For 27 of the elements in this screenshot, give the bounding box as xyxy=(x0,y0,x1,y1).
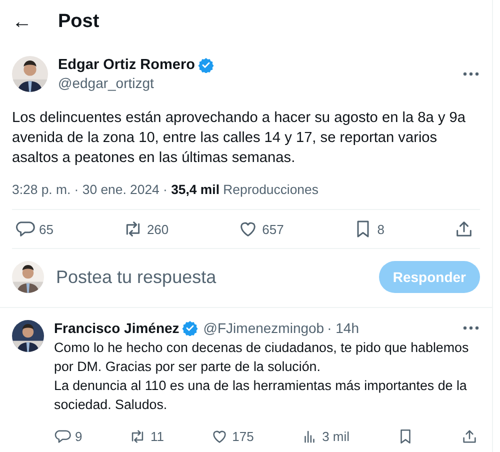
post-text: Los delincuentes están aprovechando a hacer su agosto en la 8a y 9a avenida de la zona 10, entre las calles 14 y 17, se reportan varios asaltos a peatones en las últimas semanas. xyxy=(12,109,467,168)
reply-author-handle[interactable]: @FJimenezmingob xyxy=(203,320,324,336)
back-button[interactable]: ← xyxy=(12,10,58,34)
views-button[interactable]: 3 mil xyxy=(301,428,350,444)
share-icon xyxy=(460,428,478,444)
reply-author-name[interactable]: Francisco Jiménez xyxy=(54,320,180,336)
share-button[interactable] xyxy=(454,219,474,239)
reply-button[interactable]: 9 xyxy=(54,428,82,444)
speech-bubble-icon xyxy=(54,428,71,444)
share-button[interactable] xyxy=(460,428,478,444)
speech-bubble-icon xyxy=(15,219,35,239)
repost-button[interactable]: 11 xyxy=(129,428,164,444)
bookmark-button[interactable]: 8 xyxy=(353,219,385,239)
author-name[interactable]: Edgar Ortiz Romero xyxy=(58,57,195,73)
more-options-icon[interactable] xyxy=(462,325,480,331)
page-title: Post xyxy=(58,11,100,33)
reply-button[interactable]: 65 xyxy=(15,219,54,239)
post-metadata: 3:28 p. m. · 30 ene. 2024 · 35,4 mil Reproducciones xyxy=(12,182,480,210)
reply-text: Como lo he hecho con decenas de ciudadanos, te pido que hablemos por DM. Gracias por ser parte de la solución. xyxy=(54,339,470,376)
like-button[interactable]: 657 xyxy=(238,219,284,239)
share-icon xyxy=(454,219,474,239)
like-button[interactable]: 175 xyxy=(211,428,254,444)
author-handle[interactable]: @edgar_ortizgt xyxy=(58,75,452,91)
repost-button[interactable]: 260 xyxy=(122,219,169,239)
reply-text: La denuncia al 110 es una de las herramientas más importantes de la sociedad. Saludos. xyxy=(54,377,468,414)
more-options-icon[interactable] xyxy=(462,71,480,77)
reply-time: · 14h xyxy=(327,320,360,336)
